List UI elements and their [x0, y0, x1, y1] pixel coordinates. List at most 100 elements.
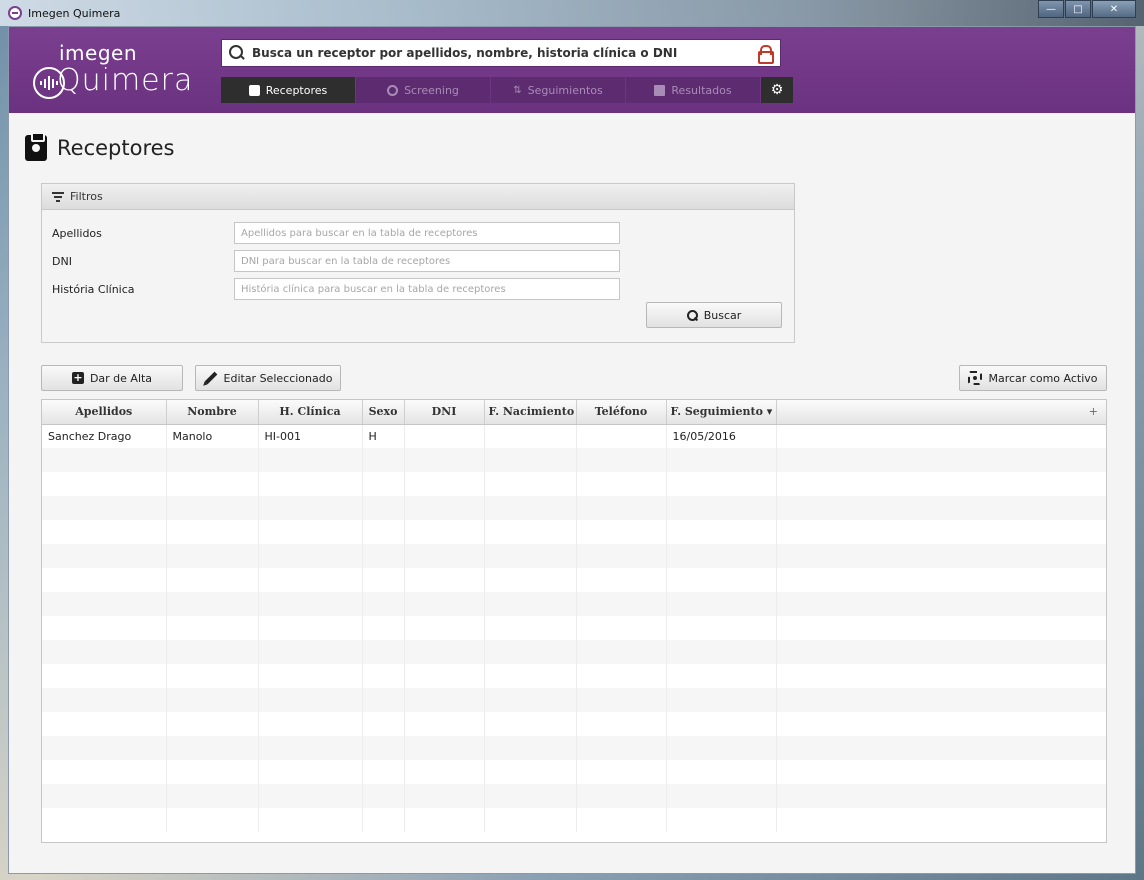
empty-cell: [258, 568, 363, 592]
tab-screening[interactable]: Screening: [356, 77, 490, 103]
tab-receptores[interactable]: Receptores: [221, 77, 355, 103]
empty-cell: [776, 664, 1106, 688]
empty-cell: [776, 520, 1106, 544]
empty-row: [42, 688, 1106, 712]
empty-cell: [404, 568, 485, 592]
maximize-button[interactable]: □: [1065, 0, 1091, 18]
empty-cell: [576, 640, 667, 664]
settings-button[interactable]: ⚙: [761, 77, 793, 103]
empty-cell: [776, 640, 1106, 664]
empty-cell: [666, 616, 777, 640]
empty-cell: [42, 568, 167, 592]
search-input[interactable]: Busca un receptor por apellidos, nombre,…: [252, 46, 758, 60]
empty-cell: [362, 688, 405, 712]
empty-row: [42, 568, 1106, 592]
tab-resultados[interactable]: Resultados: [626, 77, 760, 103]
empty-row: [42, 664, 1106, 688]
clipboard-user-icon: [25, 132, 47, 161]
col-apellidos[interactable]: Apellidos: [42, 400, 167, 425]
empty-cell: [484, 712, 577, 736]
empty-cell: [666, 448, 777, 472]
col-telefono[interactable]: Teléfono: [576, 400, 667, 425]
tab-seguimientos[interactable]: ⇅ Seguimientos: [491, 77, 625, 103]
empty-cell: [362, 736, 405, 760]
cell-apellidos: Sanchez Drago: [42, 424, 167, 448]
marcar-activo-label: Marcar como Activo: [988, 371, 1098, 385]
empty-cell: [666, 472, 777, 496]
table-row[interactable]: Sanchez Drago Manolo HI-001 H 16/05/2016: [42, 424, 1106, 448]
search-icon: [686, 309, 698, 321]
lock-icon[interactable]: [758, 45, 774, 64]
filters-title: Filtros: [70, 190, 103, 203]
empty-cell: [776, 568, 1106, 592]
empty-cell: [404, 448, 485, 472]
empty-cell: [362, 640, 405, 664]
empty-cell: [42, 496, 167, 520]
empty-cell: [42, 640, 167, 664]
empty-cell: [362, 568, 405, 592]
col-dni[interactable]: DNI: [404, 400, 485, 425]
empty-cell: [484, 808, 577, 832]
receptores-table: Apellidos Nombre H. Clínica Sexo DNI F. …: [41, 399, 1107, 843]
empty-cell: [42, 616, 167, 640]
filter-row-dni: DNI: [52, 250, 620, 272]
cell-f-nacimiento: [484, 424, 577, 448]
dar-de-alta-button[interactable]: + Dar de Alta: [41, 365, 183, 391]
empty-cell: [42, 472, 167, 496]
empty-cell: [666, 808, 777, 832]
empty-cell: [362, 760, 405, 784]
focus-icon: [968, 371, 983, 385]
empty-row: [42, 448, 1106, 472]
empty-cell: [576, 760, 667, 784]
empty-cell: [776, 760, 1106, 784]
empty-cell: [42, 592, 167, 616]
col-f-nacimiento[interactable]: F. Nacimiento: [484, 400, 577, 425]
filters-header[interactable]: Filtros: [42, 184, 794, 210]
empty-cell: [666, 760, 777, 784]
empty-cell: [166, 808, 259, 832]
empty-cell: [776, 712, 1106, 736]
empty-cell: [776, 736, 1106, 760]
dni-input[interactable]: [234, 250, 620, 272]
empty-cell: [404, 544, 485, 568]
empty-cell: [42, 712, 167, 736]
empty-cell: [362, 712, 405, 736]
marcar-activo-button[interactable]: Marcar como Activo: [959, 365, 1107, 391]
global-search[interactable]: Busca un receptor por apellidos, nombre,…: [221, 39, 781, 67]
empty-cell: [42, 448, 167, 472]
column-menu-button[interactable]: +: [776, 400, 1106, 425]
empty-cell: [166, 592, 259, 616]
chart-icon: [654, 84, 666, 96]
empty-cell: [166, 496, 259, 520]
gear-icon: ⚙: [770, 82, 784, 98]
empty-row: [42, 472, 1106, 496]
sort-arrows-icon: ⇅: [513, 84, 522, 96]
empty-cell: [484, 688, 577, 712]
editar-seleccionado-button[interactable]: Editar Seleccionado: [195, 365, 341, 391]
empty-cell: [166, 472, 259, 496]
minimize-button[interactable]: —: [1038, 0, 1064, 18]
col-sexo[interactable]: Sexo: [362, 400, 405, 425]
empty-cell: [404, 760, 485, 784]
col-nombre[interactable]: Nombre: [166, 400, 259, 425]
empty-cell: [404, 712, 485, 736]
window-controls: — □ ✕: [1037, 0, 1136, 18]
empty-cell: [576, 808, 667, 832]
historia-label: História Clínica: [52, 282, 135, 296]
empty-cell: [776, 616, 1106, 640]
cell-sexo: H: [362, 424, 405, 448]
search-icon: [228, 44, 246, 62]
buscar-button[interactable]: Buscar: [646, 302, 782, 328]
tab-label: Seguimientos: [527, 83, 603, 97]
col-f-seguimiento[interactable]: F. Seguimiento ▾: [666, 400, 777, 425]
close-button[interactable]: ✕: [1092, 0, 1136, 18]
empty-cell: [404, 784, 485, 808]
col-h-clinica[interactable]: H. Clínica: [258, 400, 363, 425]
empty-cell: [42, 520, 167, 544]
apellidos-input[interactable]: [234, 222, 620, 244]
person-badge-icon: [248, 84, 260, 96]
empty-cell: [484, 472, 577, 496]
historia-input[interactable]: [234, 278, 620, 300]
empty-cell: [362, 616, 405, 640]
empty-cell: [776, 808, 1106, 832]
